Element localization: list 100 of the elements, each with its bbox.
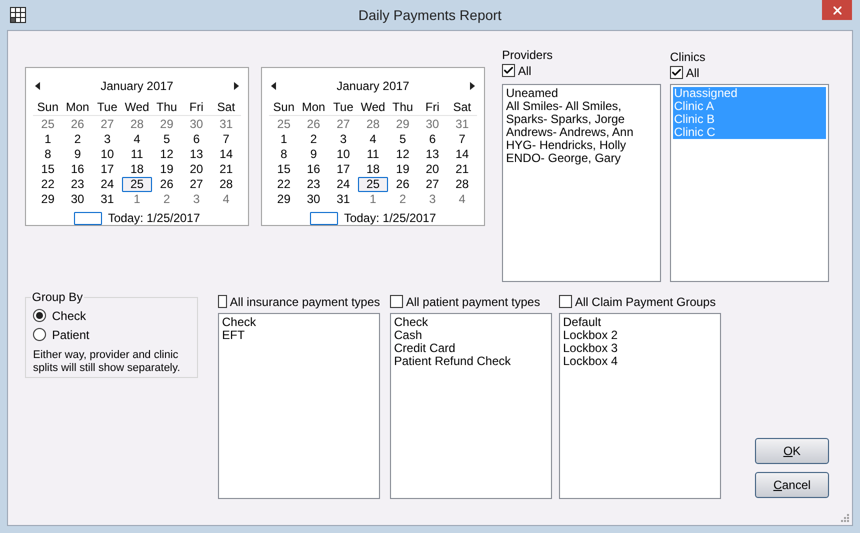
calendar-day[interactable]: 28 — [447, 177, 477, 192]
calendar-day[interactable]: 30 — [182, 117, 212, 132]
radio-label[interactable]: Patient — [52, 326, 90, 344]
list-item[interactable]: Credit Card — [393, 342, 549, 355]
calendar-day[interactable]: 25 — [33, 117, 63, 132]
checkbox[interactable] — [502, 64, 515, 77]
calendar-day[interactable]: 30 — [418, 117, 448, 132]
today-link[interactable]: Today: 1/25/2017 — [344, 209, 436, 227]
list-item[interactable]: EFT — [221, 329, 377, 342]
previous-month-icon[interactable] — [271, 82, 276, 90]
list-item[interactable]: Lockbox 3 — [562, 342, 718, 355]
calendar-day[interactable]: 9 — [62, 147, 92, 162]
calendar-day[interactable]: 19 — [388, 162, 418, 177]
calendar-day[interactable]: 11 — [358, 147, 388, 162]
calendar-day[interactable]: 26 — [152, 177, 182, 192]
list-item[interactable]: ENDO- George, Gary — [505, 152, 658, 165]
calendar-day[interactable]: 30 — [298, 192, 328, 207]
calendar-day[interactable]: 11 — [122, 147, 152, 162]
calendar-day[interactable]: 24 — [92, 177, 122, 192]
list-item[interactable]: Lockbox 2 — [562, 329, 718, 342]
list-box[interactable]: Check Cash Credit Card Patient Refund Check — [390, 313, 552, 499]
list-item[interactable]: Default — [562, 316, 718, 329]
calendar-day[interactable]: 22 — [269, 177, 299, 192]
calendar-day[interactable]: 30 — [62, 192, 92, 207]
calendar-day[interactable]: 17 — [92, 162, 122, 177]
list-item[interactable]: Check — [221, 316, 377, 329]
calendar-day[interactable]: 27 — [92, 117, 122, 132]
calendar-day[interactable]: 12 — [388, 147, 418, 162]
calendar-day[interactable]: 2 — [388, 192, 418, 207]
calendar-day[interactable]: 1 — [269, 132, 299, 147]
calendar-day[interactable]: 6 — [182, 132, 212, 147]
calendar-day[interactable]: 31 — [447, 117, 477, 132]
checkbox-label[interactable]: All — [518, 64, 532, 78]
list-item[interactable]: Cash — [393, 329, 549, 342]
list-item[interactable]: Sparks- Sparks, Jorge — [505, 113, 658, 126]
calendar-day[interactable]: 4 — [358, 132, 388, 147]
calendar-day[interactable]: 28 — [358, 117, 388, 132]
calendar-day[interactable]: 31 — [328, 192, 358, 207]
calendar-day[interactable]: 4 — [447, 192, 477, 207]
month-title[interactable]: January 2017 — [100, 77, 174, 95]
checkbox-label[interactable]: All patient payment types — [406, 294, 540, 308]
checkbox-label[interactable]: All insurance payment types — [230, 294, 380, 308]
calendar-day[interactable]: 28 — [211, 177, 241, 192]
month-title[interactable]: January 2017 — [336, 77, 410, 95]
dialog-button[interactable]: Cancel — [755, 472, 829, 498]
calendar-day[interactable]: 15 — [33, 162, 63, 177]
calendar-day[interactable]: 21 — [211, 162, 241, 177]
calendar-day[interactable]: 2 — [62, 132, 92, 147]
calendar-day[interactable]: 3 — [418, 192, 448, 207]
calendar-day[interactable]: 26 — [388, 177, 418, 192]
list-item[interactable]: Andrews- Andrews, Ann — [505, 126, 658, 139]
radio-button[interactable] — [33, 309, 46, 322]
next-month-icon[interactable] — [234, 82, 239, 90]
calendar-day[interactable]: 16 — [62, 162, 92, 177]
calendar-day[interactable]: 5 — [388, 132, 418, 147]
calendar-day[interactable]: 16 — [298, 162, 328, 177]
calendar-day[interactable]: 9 — [298, 147, 328, 162]
calendar-day[interactable]: 13 — [182, 147, 212, 162]
list-item[interactable]: All Smiles- All Smiles, — [505, 100, 658, 113]
list-item[interactable]: HYG- Hendricks, Holly — [505, 139, 658, 152]
calendar-day[interactable]: 12 — [152, 147, 182, 162]
list-box[interactable]: Uneamed All Smiles- All Smiles, Sparks- Sparks, Jorge Andrews- Andrews, Ann HYG- Hendricks, Holly ENDO- George, Gary — [502, 84, 661, 282]
calendar-day[interactable]: 17 — [328, 162, 358, 177]
calendar-day[interactable]: 23 — [298, 177, 328, 192]
list-item[interactable]: Uneamed — [505, 87, 658, 100]
list-item[interactable]: Lockbox 4 — [562, 355, 718, 368]
calendar-day[interactable]: 19 — [152, 162, 182, 177]
next-month-icon[interactable] — [470, 82, 475, 90]
checkbox[interactable] — [559, 295, 572, 308]
calendar-day[interactable]: 10 — [92, 147, 122, 162]
calendar-day[interactable]: 1 — [358, 192, 388, 207]
calendar-day[interactable]: 22 — [33, 177, 63, 192]
calendar-day[interactable]: 14 — [447, 147, 477, 162]
calendar-day[interactable]: 15 — [269, 162, 299, 177]
calendar-day[interactable]: 1 — [33, 132, 63, 147]
radio-button[interactable] — [33, 328, 46, 341]
calendar-day[interactable]: 27 — [328, 117, 358, 132]
calendar-day[interactable]: 2 — [152, 192, 182, 207]
calendar-day[interactable]: 8 — [269, 147, 299, 162]
close-button[interactable] — [822, 0, 852, 20]
calendar-day[interactable]: 20 — [182, 162, 212, 177]
calendar-day[interactable]: 7 — [447, 132, 477, 147]
calendar-day[interactable]: 29 — [269, 192, 299, 207]
list-box[interactable]: Default Lockbox 2 Lockbox 3 Lockbox 4 — [559, 313, 721, 499]
calendar-day[interactable]: 29 — [152, 117, 182, 132]
calendar-day[interactable]: 21 — [447, 162, 477, 177]
resize-grip-icon[interactable] — [841, 514, 850, 523]
calendar-day[interactable]: 18 — [122, 162, 152, 177]
list-box[interactable]: Check EFT — [218, 313, 380, 499]
calendar-day[interactable]: 29 — [388, 117, 418, 132]
calendar-day[interactable]: 23 — [62, 177, 92, 192]
radio-label[interactable]: Check — [52, 306, 86, 324]
calendar-day[interactable]: 31 — [211, 117, 241, 132]
checkbox[interactable] — [218, 295, 227, 308]
calendar-day[interactable]: 6 — [418, 132, 448, 147]
calendar-day[interactable]: 26 — [62, 117, 92, 132]
calendar-day[interactable]: 7 — [211, 132, 241, 147]
calendar-day[interactable]: 10 — [328, 147, 358, 162]
calendar-day[interactable]: 1 — [122, 192, 152, 207]
calendar-day[interactable]: 29 — [33, 192, 63, 207]
